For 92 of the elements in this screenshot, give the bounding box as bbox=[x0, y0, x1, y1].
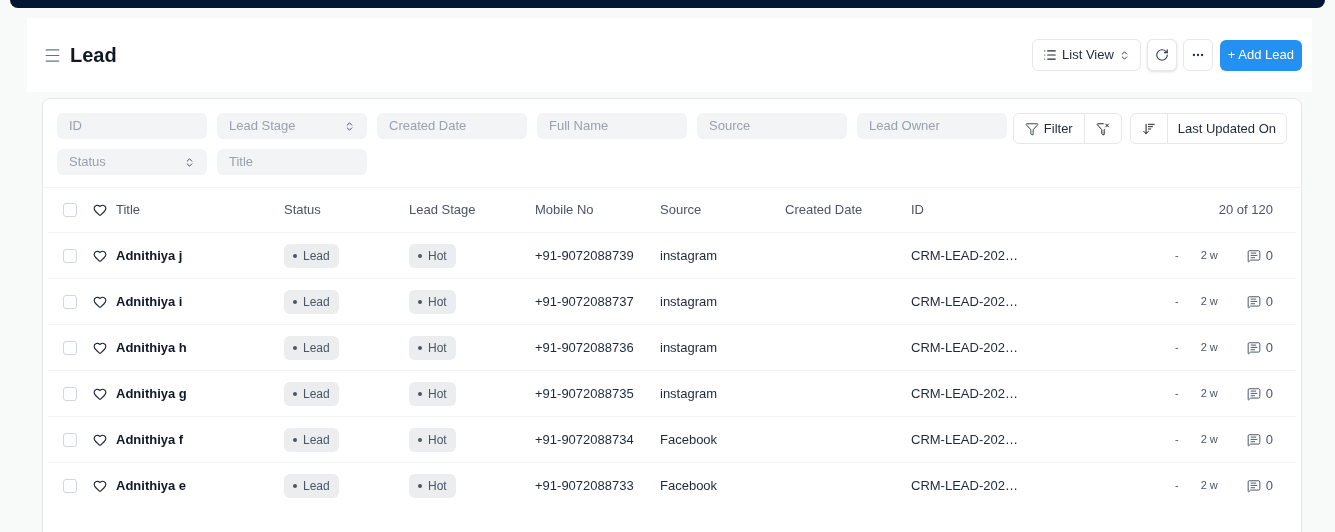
status-badge: Lead bbox=[284, 335, 339, 360]
table-cell-text: instagram bbox=[660, 246, 719, 265]
page-title: Lead bbox=[70, 43, 117, 68]
owner-cell-text: - bbox=[1174, 340, 1179, 356]
column-header[interactable]: Status bbox=[284, 200, 409, 220]
row-checkbox[interactable] bbox=[63, 340, 77, 355]
age-cell-text: 2 w bbox=[1200, 478, 1218, 494]
status-badge: Lead bbox=[284, 427, 339, 452]
lead-title: Adnithiya i bbox=[116, 292, 183, 311]
table-cell-text: CRM-LEAD-202… bbox=[911, 384, 1019, 403]
comment-count: 0 bbox=[1265, 476, 1273, 495]
lead-title: Adnithiya f bbox=[116, 430, 184, 449]
owner-cell-text: - bbox=[1174, 478, 1179, 494]
table-cell-text: +91-9072088739 bbox=[535, 246, 635, 265]
table-cell-text: instagram bbox=[660, 338, 719, 357]
comment-icon bbox=[1246, 340, 1261, 355]
table-cell-text: CRM-LEAD-202… bbox=[911, 338, 1019, 357]
age-cell-text: 2 w bbox=[1200, 386, 1218, 402]
stage-badge: Hot bbox=[409, 335, 456, 360]
age-cell-text: 2 w bbox=[1200, 340, 1218, 356]
table-cell-text: +91-9072088734 bbox=[535, 430, 635, 449]
refresh-button[interactable] bbox=[1146, 39, 1177, 71]
lead-title: Adnithiya g bbox=[116, 384, 187, 403]
owner-cell-text: - bbox=[1174, 294, 1179, 310]
list-icon bbox=[1043, 48, 1058, 62]
comment-count: 0 bbox=[1265, 292, 1273, 311]
table-cell-text: CRM-LEAD-202… bbox=[911, 430, 1019, 449]
table-cell-text: instagram bbox=[660, 384, 719, 403]
like-icon[interactable] bbox=[93, 340, 107, 355]
row-checkbox[interactable] bbox=[63, 294, 77, 309]
row-checkbox[interactable] bbox=[63, 248, 77, 263]
age-cell-text: 2 w bbox=[1200, 294, 1218, 310]
stage-badge: Hot bbox=[409, 473, 456, 498]
stage-badge: Hot bbox=[409, 243, 456, 268]
list-view-button[interactable]: List View bbox=[1032, 39, 1141, 71]
age-cell-text: 2 w bbox=[1200, 248, 1218, 264]
owner-cell-text: - bbox=[1174, 248, 1179, 264]
column-header[interactable]: ID bbox=[911, 200, 1111, 220]
like-icon[interactable] bbox=[93, 248, 107, 263]
comment-count: 0 bbox=[1265, 246, 1273, 265]
table-cell-text: instagram bbox=[660, 292, 719, 311]
column-header[interactable]: Source bbox=[660, 200, 785, 220]
status-badge: Lead bbox=[284, 381, 339, 406]
table-cell-text: CRM-LEAD-202… bbox=[911, 292, 1019, 311]
stage-badge: Hot bbox=[409, 427, 456, 452]
comment-icon bbox=[1246, 432, 1261, 447]
comment-icon bbox=[1246, 294, 1261, 309]
table-cell-text: Facebook bbox=[660, 476, 719, 495]
table-cell-text: CRM-LEAD-202… bbox=[911, 246, 1019, 265]
table-cell-text: +91-9072088737 bbox=[535, 292, 635, 311]
row-count: 20 of 120 bbox=[1218, 201, 1274, 220]
comment-count: 0 bbox=[1265, 384, 1273, 403]
column-header[interactable]: Created Date bbox=[785, 200, 911, 220]
owner-cell-text: - bbox=[1174, 386, 1179, 402]
comment-icon bbox=[1246, 478, 1261, 493]
chevron-updown-icon bbox=[184, 156, 195, 168]
chevron-updown-icon bbox=[344, 120, 355, 132]
comment-count: 0 bbox=[1265, 430, 1273, 449]
comment-icon bbox=[1246, 248, 1261, 263]
row-checkbox[interactable] bbox=[63, 478, 77, 493]
like-icon[interactable] bbox=[93, 386, 107, 401]
table-cell-text: +91-9072088736 bbox=[535, 338, 635, 357]
stage-badge: Hot bbox=[409, 289, 456, 314]
owner-cell-text: - bbox=[1174, 432, 1179, 448]
select-all-checkbox[interactable] bbox=[63, 203, 77, 217]
table-cell-text: +91-9072088733 bbox=[535, 476, 635, 495]
lead-title: Adnithiya e bbox=[116, 476, 187, 495]
comment-count: 0 bbox=[1265, 338, 1273, 357]
age-cell-text: 2 w bbox=[1200, 432, 1218, 448]
table-cell-text: CRM-LEAD-202… bbox=[911, 476, 1019, 495]
heart-icon bbox=[93, 203, 107, 217]
status-badge: Lead bbox=[284, 243, 339, 268]
row-checkbox[interactable] bbox=[63, 386, 77, 401]
like-icon[interactable] bbox=[93, 294, 107, 309]
refresh-icon bbox=[1154, 48, 1169, 62]
lead-title: Adnithiya h bbox=[116, 338, 187, 357]
lead-title: Adnithiya j bbox=[116, 246, 183, 265]
column-header[interactable]: Lead Stage bbox=[409, 200, 535, 220]
table-cell-text: Facebook bbox=[660, 430, 719, 449]
comment-icon bbox=[1246, 386, 1261, 401]
table-cell-text: +91-9072088735 bbox=[535, 384, 635, 403]
column-header[interactable]: Title bbox=[116, 200, 141, 220]
sort-icon bbox=[1141, 121, 1156, 136]
filter-icon bbox=[1024, 121, 1039, 136]
stage-badge: Hot bbox=[409, 381, 456, 406]
row-checkbox[interactable] bbox=[63, 432, 77, 447]
column-header[interactable]: Mobile No bbox=[535, 200, 660, 220]
status-badge: Lead bbox=[284, 473, 339, 498]
filter-x-icon bbox=[1095, 121, 1110, 136]
like-icon[interactable] bbox=[93, 432, 107, 447]
like-icon[interactable] bbox=[93, 478, 107, 493]
status-badge: Lead bbox=[284, 289, 339, 314]
